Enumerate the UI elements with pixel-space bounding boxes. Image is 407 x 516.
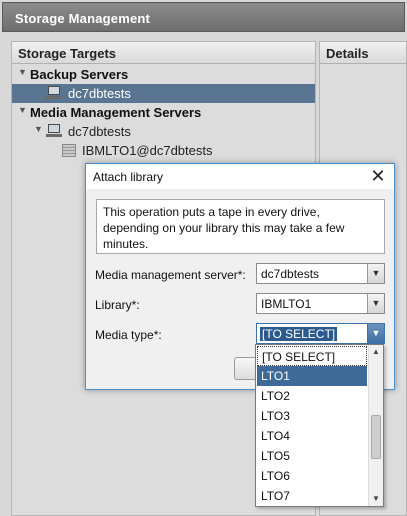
media-type-option[interactable]: LTO5 <box>257 446 367 466</box>
details-header: Details <box>320 42 406 64</box>
tree-item-library[interactable]: IBMLTO1@dc7dbtests <box>12 141 315 160</box>
library-select[interactable]: IBMLTO1 ▼ <box>256 293 385 314</box>
media-type-option[interactable]: [TO SELECT] <box>257 346 367 366</box>
expand-arrow-icon[interactable]: ▼ <box>18 105 27 115</box>
media-type-option[interactable]: LTO3 <box>257 406 367 426</box>
mm-server-value: dc7dbtests <box>261 267 320 281</box>
tree-item-label: IBMLTO1@dc7dbtests <box>82 143 213 158</box>
tree-item-backup-server[interactable]: dc7dbtests <box>12 84 315 103</box>
tree-item-label: dc7dbtests <box>68 86 131 101</box>
chevron-down-icon[interactable]: ▼ <box>367 324 384 343</box>
chevron-down-icon[interactable]: ▼ <box>367 264 384 283</box>
media-type-option[interactable]: LTO6 <box>257 466 367 486</box>
chevron-down-icon[interactable]: ▼ <box>367 294 384 313</box>
media-type-dropdown-list[interactable]: [TO SELECT] LTO1 LTO2 LTO3 LTO4 LTO5 LTO… <box>255 344 384 507</box>
tree-group-backup-servers[interactable]: ▼ Backup Servers <box>12 65 315 84</box>
group-label: Media Management Servers <box>30 105 202 120</box>
dialog-titlebar: Attach library ✕ <box>86 164 394 189</box>
library-label: Library*: <box>95 298 140 312</box>
dialog-message: This operation puts a tape in every driv… <box>96 199 385 254</box>
tree-item-media-server[interactable]: ▼ dc7dbtests <box>12 122 315 141</box>
storage-targets-header: Storage Targets <box>12 42 315 64</box>
media-type-option[interactable]: LTO4 <box>257 426 367 446</box>
close-icon[interactable]: ✕ <box>368 166 388 186</box>
tape-library-icon <box>62 144 76 157</box>
media-type-option[interactable]: LTO7 <box>257 486 367 506</box>
computer-icon <box>46 124 62 138</box>
media-type-label: Media type*: <box>95 328 162 342</box>
scrollbar-thumb[interactable] <box>371 415 381 459</box>
mm-server-select[interactable]: dc7dbtests ▼ <box>256 263 385 284</box>
dropdown-scrollbar[interactable]: ▲ ▼ <box>368 345 383 506</box>
mm-server-label: Media management server*: <box>95 268 246 282</box>
scroll-up-icon[interactable]: ▲ <box>369 345 383 359</box>
tree-item-label: dc7dbtests <box>68 124 131 139</box>
group-label: Backup Servers <box>30 67 129 82</box>
media-type-option[interactable]: LTO2 <box>257 386 367 406</box>
media-type-option[interactable]: LTO1 <box>257 366 367 386</box>
computer-icon <box>46 86 62 100</box>
library-value: IBMLTO1 <box>261 297 312 311</box>
media-type-value: [TO SELECT] <box>258 326 339 342</box>
dialog-title: Attach library <box>93 170 164 184</box>
expand-arrow-icon[interactable]: ▼ <box>34 124 43 134</box>
app-title: Storage Management <box>2 2 405 32</box>
expand-arrow-icon[interactable]: ▼ <box>18 67 27 77</box>
scroll-down-icon[interactable]: ▼ <box>369 492 383 506</box>
tree-group-media-management-servers[interactable]: ▼ Media Management Servers <box>12 103 315 122</box>
media-type-select[interactable]: [TO SELECT] ▼ <box>256 323 385 344</box>
